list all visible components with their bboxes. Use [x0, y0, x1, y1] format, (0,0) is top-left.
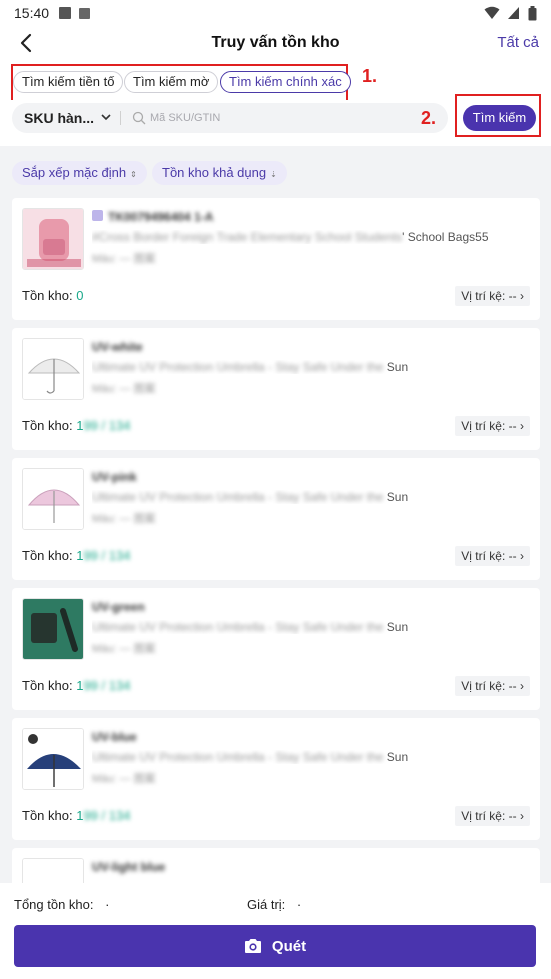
stock-info: Tồn kho: 199 / 134: [22, 548, 131, 563]
product-image-umbrella-white: [22, 338, 84, 400]
status-time: 15:40: [14, 5, 50, 21]
chevron-down-icon[interactable]: [100, 110, 112, 124]
notification-icon: [59, 7, 72, 19]
product-sku: UV-green: [92, 600, 145, 614]
sku-search-input[interactable]: [150, 108, 430, 128]
total-stock: Tổng tồn kho: ·: [14, 897, 110, 912]
platform-icon: [92, 210, 103, 221]
product-attributes: Màu: — 图案: [92, 513, 156, 525]
app-notification-icon: [79, 7, 91, 19]
sort-available-stock-chip[interactable]: Tồn kho khả dụng ⇣: [152, 161, 287, 185]
product-image-backpack: [22, 208, 84, 270]
shelf-location-button[interactable]: Vị trí kệ: -- ›: [455, 416, 530, 436]
product-card[interactable]: UV-blue Ultimate UV Protection Umbrella …: [12, 718, 540, 840]
sku-field-select[interactable]: SKU hàn...: [24, 110, 94, 126]
sort-default-chip[interactable]: Sắp xếp mặc định ⇕: [12, 161, 147, 185]
annotation-marker-1: 1.: [362, 66, 378, 86]
divider: [120, 111, 121, 125]
back-arrow-icon[interactable]: [16, 30, 38, 56]
stock-info: Tồn kho: 199 / 134: [22, 678, 131, 693]
sort-available-label: Tồn kho khả dụng: [162, 165, 267, 180]
product-image-umbrella-green: [22, 598, 84, 660]
product-image-umbrella-pink: [22, 468, 84, 530]
product-card[interactable]: UV-pink Ultimate UV Protection Umbrella …: [12, 458, 540, 580]
product-attributes: Màu: — 图案: [92, 773, 156, 785]
sort-default-label: Sắp xếp mặc định: [22, 165, 127, 180]
page-title: Truy vấn tồn kho: [211, 34, 340, 51]
total-value: Giá trị: ·: [247, 897, 302, 912]
chevron-right-icon: ›: [520, 679, 524, 693]
shelf-location-button[interactable]: Vị trí kệ: -- ›: [455, 546, 530, 566]
battery-icon: [528, 5, 537, 20]
product-sku: UV-pink: [92, 470, 137, 484]
product-sku: UV-light blue: [92, 860, 166, 874]
search-box: SKU hàn...: [12, 103, 448, 133]
scan-label: Quét: [271, 937, 307, 955]
chevron-right-icon: ›: [520, 809, 524, 823]
sort-bar: Sắp xếp mặc định ⇕ Tồn kho khả dụng ⇣: [0, 156, 551, 192]
product-title: #Cross Border Foreign Trade Elementary S…: [92, 230, 489, 244]
product-title: Ultimate UV Protection Umbrella - Stay S…: [92, 620, 409, 634]
product-attributes: Màu: — 图案: [92, 253, 156, 265]
product-title: Ultimate UV Protection Umbrella - Stay S…: [92, 750, 409, 764]
chevron-right-icon: ›: [520, 289, 524, 303]
filter-all-button[interactable]: Tất cả: [497, 34, 539, 51]
camera-icon: [244, 939, 261, 953]
stock-info: Tồn kho: 0: [22, 288, 84, 303]
product-title: Ultimate UV Protection Umbrella - Stay S…: [92, 360, 409, 374]
product-attributes: Màu: — 图案: [92, 383, 156, 395]
sort-toggle-icon: ⇕: [130, 170, 137, 179]
status-bar: 15:40: [0, 0, 551, 26]
search-icon: [132, 111, 146, 125]
shelf-location-button[interactable]: Vị trí kệ: -- ›: [455, 806, 530, 826]
scan-button[interactable]: Quét: [14, 925, 536, 967]
fuzzy-search-pill[interactable]: Tìm kiếm mờ: [124, 71, 219, 93]
shelf-location-button[interactable]: Vị trí kệ: -- ›: [455, 286, 530, 306]
sort-desc-icon: ⇣: [270, 170, 277, 179]
search-button[interactable]: Tìm kiếm: [463, 105, 536, 131]
footer-bar: Tổng tồn kho: · Giá trị: · Quét: [0, 883, 551, 979]
product-sku: UV-white: [92, 340, 143, 354]
product-title: Ultimate UV Protection Umbrella - Stay S…: [92, 490, 409, 504]
shelf-location-button[interactable]: Vị trí kệ: -- ›: [455, 676, 530, 696]
product-card[interactable]: UV-green Ultimate UV Protection Umbrella…: [12, 588, 540, 710]
chevron-right-icon: ›: [520, 549, 524, 563]
app-header: Truy vấn tồn kho Tất cả: [0, 26, 551, 60]
product-sku: TK0079496404 1-A: [108, 210, 214, 224]
product-image-umbrella-blue: [22, 728, 84, 790]
wifi-icon: [484, 6, 500, 19]
product-card[interactable]: TK0079496404 1-A #Cross Border Foreign T…: [12, 198, 540, 320]
product-card[interactable]: UV-white Ultimate UV Protection Umbrella…: [12, 328, 540, 450]
chevron-right-icon: ›: [520, 419, 524, 433]
product-attributes: Màu: — 图案: [92, 643, 156, 655]
search-row: SKU hàn... 2. Tìm kiếm: [0, 94, 551, 146]
product-sku: UV-blue: [92, 730, 137, 744]
exact-search-pill[interactable]: Tìm kiếm chính xác: [220, 71, 351, 93]
stock-info: Tồn kho: 199 / 134: [22, 418, 131, 433]
prefix-search-pill[interactable]: Tìm kiếm tiền tố: [13, 71, 124, 93]
signal-icon: [508, 7, 519, 19]
stock-info: Tồn kho: 199 / 134: [22, 808, 131, 823]
annotation-marker-2: 2.: [421, 108, 437, 128]
